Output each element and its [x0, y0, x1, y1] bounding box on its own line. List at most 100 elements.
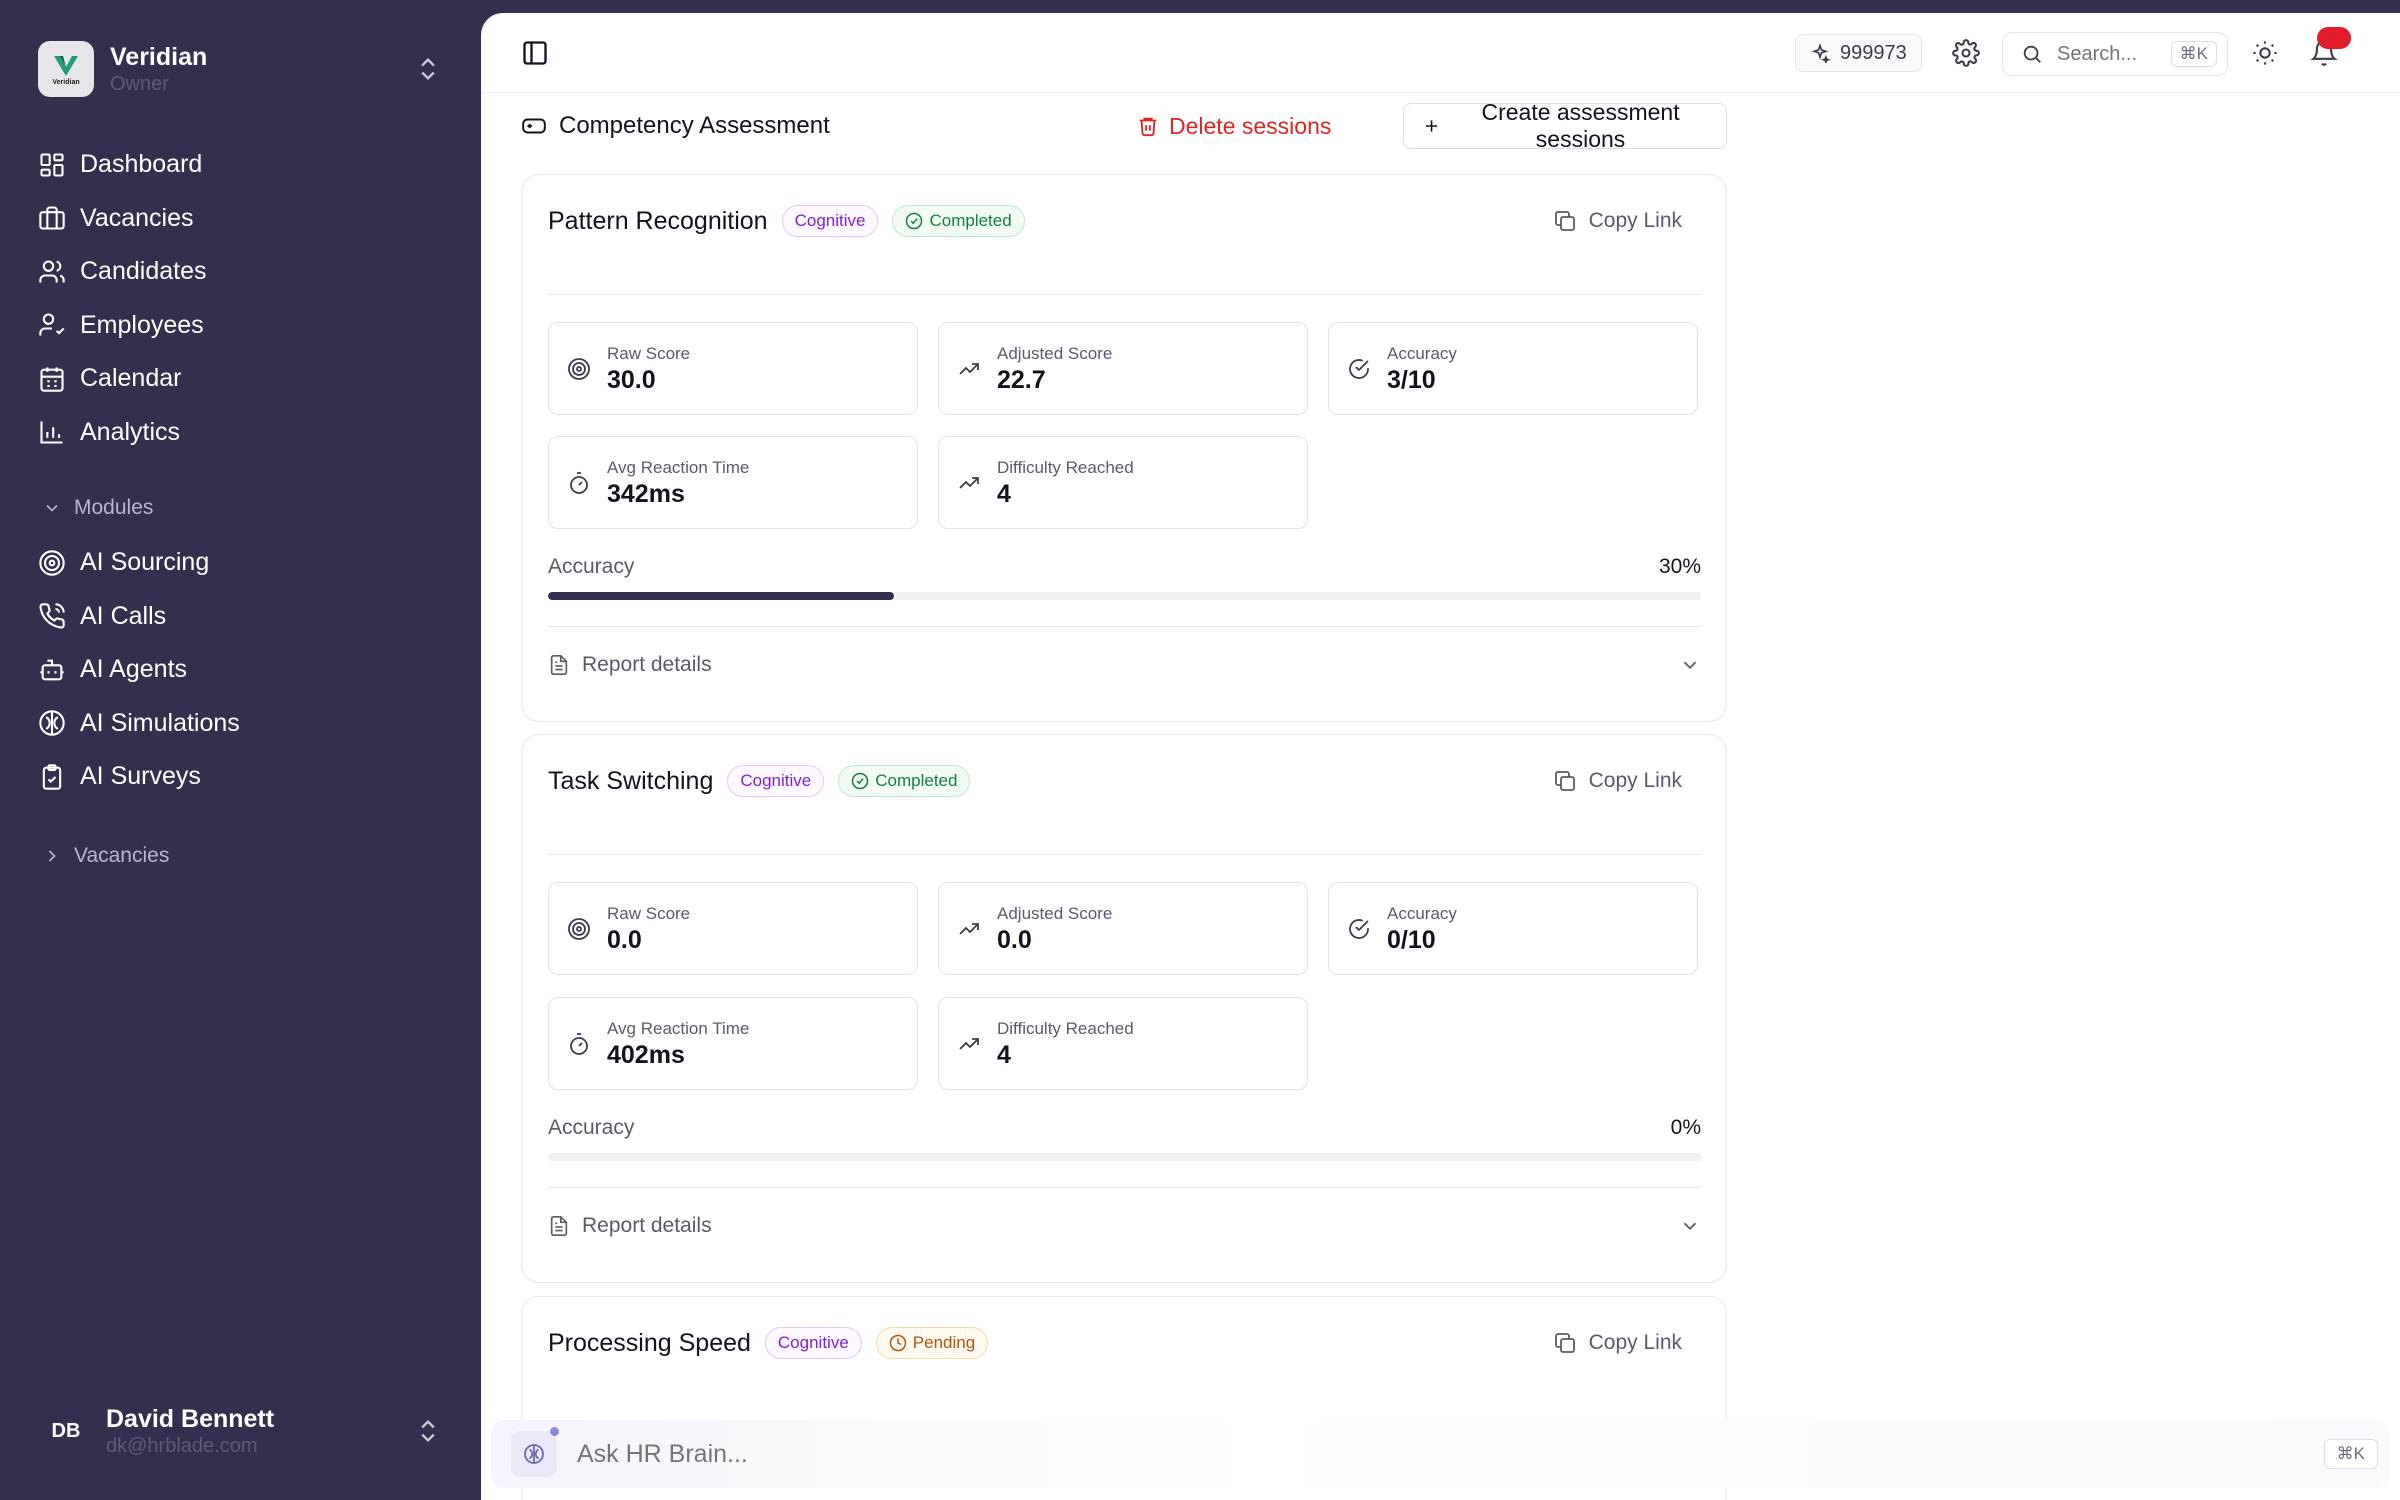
copy-link-button[interactable]: Copy Link — [1553, 209, 1682, 233]
org-logo-text: Veridian — [52, 78, 80, 86]
create-sessions-label: Create assessment sessions — [1481, 99, 1680, 152]
file-text-icon — [550, 655, 568, 675]
topbar: 999973 ⌘K 99 — [481, 13, 2400, 93]
ask-icon-wrap — [511, 1427, 559, 1477]
sidebar-item-candidates[interactable]: Candidates — [38, 245, 442, 299]
metric-body: Difficulty Reached 4 — [997, 1018, 1134, 1070]
status-badge: Completed — [892, 205, 1025, 237]
search-box[interactable]: ⌘K — [2002, 32, 2228, 76]
check-circle-icon — [1349, 358, 1369, 379]
assessment-title: Task Switching — [548, 766, 714, 795]
user-menu[interactable]: DB David Bennett dk@hrblade.com — [38, 1402, 442, 1460]
metric-label: Accuracy — [1387, 343, 1457, 363]
ask-hr-brain-input[interactable] — [577, 1439, 1177, 1469]
ask-hr-brain-bar[interactable]: ⌘K — [491, 1420, 2390, 1488]
report-details-toggle[interactable]: Report details — [548, 653, 1701, 677]
toggle-sidebar-icon[interactable] — [521, 39, 549, 67]
copy-link-button[interactable]: Copy Link — [1553, 769, 1682, 793]
sidebar-item-label: AI Sourcing — [80, 548, 210, 577]
delete-sessions-label: Delete sessions — [1169, 112, 1332, 139]
metric-body: Adjusted Score 0.0 — [997, 903, 1112, 955]
page-title: Competency Assessment — [521, 112, 830, 140]
metric-value: 3/10 — [1387, 365, 1436, 394]
trash-icon — [1139, 117, 1157, 137]
category-badge: Cognitive — [781, 205, 879, 237]
trending-up-icon — [959, 1037, 979, 1050]
delete-sessions-button[interactable]: Delete sessions — [1137, 105, 1331, 147]
timer-icon — [570, 1032, 588, 1055]
sidebar-item-label: Calendar — [80, 364, 182, 393]
sidebar-item-dashboard[interactable]: Dashboard — [38, 138, 442, 192]
clipboard-check-icon — [42, 764, 62, 790]
sidebar-item-calendar[interactable]: Calendar — [38, 352, 442, 406]
user-name: David Bennett — [106, 1405, 275, 1433]
metric-accuracy: Accuracy 0/10 — [1328, 882, 1698, 975]
clock-icon — [889, 1334, 907, 1352]
copy-link-label: Copy Link — [1588, 769, 1682, 792]
category-badge: Cognitive — [764, 1327, 862, 1359]
metric-value: 342ms — [607, 479, 685, 508]
metric-value: 0.0 — [607, 925, 642, 954]
accuracy-row: Accuracy 30% — [548, 555, 1701, 579]
sidebar-item-ai-calls[interactable]: AI Calls — [38, 590, 442, 644]
avatar: DB — [51, 1419, 81, 1442]
sidebar-item-vacancies[interactable]: Vacancies — [38, 192, 442, 246]
sidebar-item-ai-sourcing[interactable]: AI Sourcing — [38, 536, 442, 590]
org-switcher[interactable]: Veridian Veridian Owner — [38, 40, 442, 98]
sidebar-item-analytics[interactable]: Analytics — [38, 406, 442, 460]
timer-icon — [570, 471, 588, 494]
status-badge: Pending — [875, 1327, 989, 1359]
metric-reaction-time: Avg Reaction Time 402ms — [548, 997, 918, 1090]
sun-icon[interactable] — [2251, 39, 2279, 67]
metric-label: Avg Reaction Time — [607, 1018, 750, 1038]
copy-link-label: Copy Link — [1588, 1331, 1682, 1354]
status-text: Completed — [875, 771, 958, 790]
metric-value: 4 — [997, 1040, 1011, 1069]
check-circle-icon — [906, 212, 923, 230]
sidebar-item-label: AI Agents — [80, 655, 188, 684]
metric-label: Avg Reaction Time — [607, 457, 750, 477]
copy-link-label: Copy Link — [1588, 209, 1682, 232]
accuracy-label: Accuracy — [548, 1116, 635, 1139]
category-badge: Cognitive — [727, 765, 825, 797]
create-sessions-button[interactable]: Create assessment sessions — [1403, 99, 1727, 152]
sidebar-item-ai-surveys[interactable]: AI Surveys — [38, 750, 442, 804]
search-input[interactable] — [2057, 42, 2167, 66]
sidebar-item-label: Employees — [80, 310, 204, 339]
accuracy-percent: 0% — [1670, 1116, 1701, 1139]
divider — [548, 854, 1701, 855]
credits-badge[interactable]: 999973 — [1795, 34, 1922, 72]
copy-link-button[interactable]: Copy Link — [1553, 1331, 1682, 1355]
modules-heading: Modules — [74, 496, 154, 519]
status-text: Completed — [929, 211, 1012, 230]
target-icon — [39, 550, 65, 576]
bar-chart-icon — [40, 421, 63, 444]
org-logo: Veridian — [38, 41, 94, 97]
brain-icon — [39, 710, 65, 736]
plus-icon — [1425, 120, 1438, 132]
sidebar-item-ai-agents[interactable]: AI Agents — [38, 643, 442, 697]
page-header: Competency Assessment Delete sessions Cr… — [521, 99, 1727, 152]
user-text: David Bennett dk@hrblade.com — [106, 1404, 414, 1458]
copy-icon — [1554, 211, 1575, 231]
metric-body: Avg Reaction Time 402ms — [607, 1018, 749, 1070]
brain-icon — [524, 1444, 544, 1464]
gear-icon[interactable] — [1952, 39, 1980, 67]
user-check-icon — [39, 313, 65, 336]
metric-adjusted-score: Adjusted Score 0.0 — [938, 882, 1308, 975]
metric-value: 22.7 — [997, 365, 1046, 394]
assessment-title: Processing Speed — [548, 1328, 751, 1357]
metric-difficulty: Difficulty Reached 4 — [938, 997, 1308, 1090]
sidebar-item-ai-simulations[interactable]: AI Simulations — [38, 697, 442, 751]
sidebar-item-employees[interactable]: Employees — [38, 299, 442, 353]
accuracy-progress-bar — [548, 592, 1701, 600]
modules-section-toggle[interactable]: Modules — [42, 496, 153, 520]
report-details-toggle[interactable]: Report details — [548, 1214, 1701, 1238]
user-email: dk@hrblade.com — [106, 1435, 258, 1457]
metric-body: Accuracy 0/10 — [1387, 903, 1457, 955]
vacancies-section-toggle[interactable]: Vacancies — [42, 844, 169, 868]
divider — [548, 1187, 1701, 1188]
vacancies-heading: Vacancies — [74, 844, 170, 867]
trending-up-icon — [959, 362, 979, 375]
assessment-title: Pattern Recognition — [548, 206, 768, 235]
